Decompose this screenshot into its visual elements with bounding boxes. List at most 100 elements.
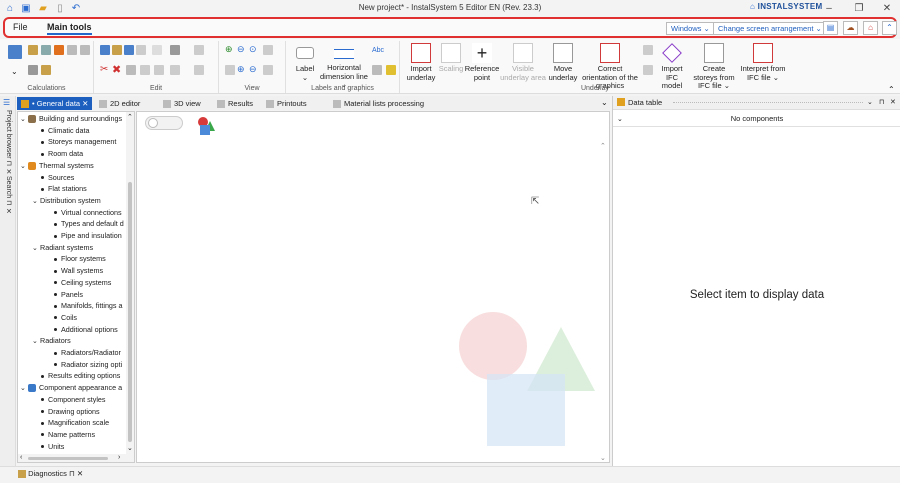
drop-icon[interactable]: [67, 45, 77, 55]
chevron-down-icon[interactable]: ⌄: [20, 162, 28, 170]
layout-icon[interactable]: ▤: [823, 21, 838, 35]
underlay-option-2-icon[interactable]: [643, 65, 653, 75]
tree-item[interactable]: ⌄ Radiators: [32, 336, 71, 345]
rotate-icon[interactable]: [140, 65, 150, 75]
create-storeys-button[interactable]: Create storeys from IFC file ⌄: [690, 43, 738, 91]
scroll-up-icon[interactable]: ⌃: [127, 113, 133, 121]
tab-results[interactable]: Results: [213, 97, 257, 110]
delete-icon[interactable]: ✖: [112, 63, 121, 76]
underlay-option-icon[interactable]: [643, 45, 653, 55]
windows-dropdown[interactable]: Windows ⌄: [666, 22, 715, 35]
copy-icon[interactable]: [100, 45, 110, 55]
panel-close-icon[interactable]: ✕: [890, 98, 896, 106]
select-icon[interactable]: [136, 45, 146, 55]
tab-main-tools[interactable]: Main tools: [47, 22, 92, 35]
visible-area-button[interactable]: Visible underlay area: [500, 43, 546, 82]
undo-edit-icon[interactable]: [124, 45, 134, 55]
tree-item[interactable]: Radiator sizing opti: [54, 360, 122, 369]
filter-icon[interactable]: [170, 45, 180, 55]
tab-material-lists[interactable]: Material lists processing: [329, 97, 428, 110]
tree-item[interactable]: Radiators/Radiator: [54, 348, 121, 357]
text-style-icon[interactable]: Abc: [372, 47, 384, 54]
ribbon-collapse-icon[interactable]: ⌃: [888, 85, 895, 94]
zoom-out-icon[interactable]: ⊖: [237, 44, 245, 55]
tree-item[interactable]: Floor systems: [54, 254, 106, 263]
change-arrangement-dropdown[interactable]: Change screen arrangement ⌄: [713, 22, 827, 35]
tree-item[interactable]: Panels: [54, 290, 83, 299]
navigation-toggle[interactable]: [145, 116, 183, 130]
equals-icon[interactable]: [28, 65, 38, 75]
canvas-scroll-down-icon[interactable]: ⌄: [600, 454, 606, 462]
tree-item[interactable]: Virtual connections: [54, 208, 122, 217]
canvas-scroll-up-icon[interactable]: ⌃: [600, 142, 606, 150]
scroll-right-icon[interactable]: ›: [118, 454, 120, 461]
minimize-button[interactable]: –: [816, 1, 842, 16]
scroll-down-icon[interactable]: ⌄: [127, 444, 133, 452]
flame-icon[interactable]: [54, 45, 64, 55]
scaling-button[interactable]: Scaling: [438, 43, 464, 74]
tab-view-3d[interactable]: 3D view: [159, 97, 205, 110]
image-icon[interactable]: [372, 65, 382, 75]
view-options-icon[interactable]: [263, 65, 273, 75]
chevron-down-icon[interactable]: ⌄: [11, 67, 18, 76]
zoom-next-icon[interactable]: ⊖: [249, 64, 257, 75]
maximize-button[interactable]: ❐: [846, 1, 872, 16]
calculator-icon[interactable]: [8, 45, 22, 59]
tab-general-data[interactable]: • General data ✕: [17, 97, 93, 110]
tree-item[interactable]: Wall systems: [54, 266, 103, 275]
general-data-canvas[interactable]: ⌃ ⌄ ⇱: [136, 111, 610, 463]
chevron-down-icon[interactable]: ⌄: [32, 337, 40, 345]
chevron-down-icon[interactable]: ⌄: [20, 115, 28, 123]
tabs-overflow-icon[interactable]: ⌄: [601, 98, 608, 107]
tree-item[interactable]: Additional options: [54, 325, 118, 334]
tree-item[interactable]: Magnification scale: [41, 418, 109, 427]
component-selector[interactable]: ⌄ No components: [613, 111, 900, 127]
table-icon[interactable]: [28, 45, 38, 55]
tree-item[interactable]: ⌄ Thermal systems: [20, 161, 94, 170]
tree-item[interactable]: Ceiling systems: [54, 278, 111, 287]
properties-icon[interactable]: [194, 65, 204, 75]
tree-item[interactable]: Coils: [54, 313, 77, 322]
tree-item[interactable]: Storeys management: [41, 137, 116, 146]
pin-icon[interactable]: ⊓: [879, 98, 884, 106]
tree-hscrollbar[interactable]: ‹ ›: [18, 454, 126, 462]
home-settings-icon[interactable]: ⌂: [863, 21, 878, 35]
panel-dropdown-icon[interactable]: ⌄: [867, 98, 873, 106]
tree-item[interactable]: Room data: [41, 149, 83, 158]
tree-item[interactable]: ⌄ Distribution system: [32, 196, 101, 205]
tab-close-icon[interactable]: ✕: [80, 99, 88, 108]
import-underlay-button[interactable]: Import underlay: [404, 43, 438, 82]
cloud-icon[interactable]: ☁: [843, 21, 858, 35]
label-button[interactable]: Label ⌄: [290, 43, 320, 82]
tree-item[interactable]: Pipe and insulation: [54, 231, 122, 240]
tree-item[interactable]: ⌄ Building and surroundings: [20, 114, 122, 124]
move-underlay-button[interactable]: Move underlay: [546, 43, 580, 82]
note-icon[interactable]: [386, 65, 396, 75]
group-icon[interactable]: [170, 65, 180, 75]
chevron-down-icon[interactable]: ⌄: [32, 244, 40, 252]
collapse-ribbon-icon[interactable]: ⌃: [882, 21, 897, 35]
import-ifc-button[interactable]: Import IFC model: [656, 43, 688, 91]
diagnostics-tab[interactable]: Diagnostics ⊓ ✕: [18, 469, 83, 479]
pan-icon[interactable]: [225, 65, 235, 75]
tree-item[interactable]: ⌄ Radiant systems: [32, 243, 93, 252]
chevron-down-icon[interactable]: ⌄: [20, 384, 28, 392]
tree-item[interactable]: Results editing options: [41, 371, 120, 380]
tab-editor-2d[interactable]: 2D editor: [95, 97, 144, 110]
drop-2-icon[interactable]: [80, 45, 90, 55]
cut-icon[interactable]: ✂: [100, 64, 108, 75]
tree-item[interactable]: Component styles: [41, 395, 106, 404]
component-shapes-icon[interactable]: [195, 115, 215, 137]
tab-file[interactable]: File: [13, 22, 28, 32]
tree-item[interactable]: Climatic data: [41, 126, 90, 135]
correct-orientation-button[interactable]: Correct orientation of the graphics: [580, 43, 640, 91]
tree-hscrollbar-thumb[interactable]: [28, 457, 108, 460]
tree-item[interactable]: Flat stations: [41, 184, 87, 193]
menu-icon[interactable]: ☰: [3, 98, 10, 107]
panel-grip[interactable]: [673, 102, 863, 104]
reference-point-button[interactable]: + Reference point: [464, 43, 500, 82]
horizontal-dimension-button[interactable]: Horizontal dimension line ⌄: [320, 43, 368, 90]
tree-item[interactable]: Sources: [41, 173, 74, 182]
search-tab[interactable]: Search ⊓ ✕: [4, 176, 12, 216]
tab-printouts[interactable]: Printouts: [262, 97, 311, 110]
